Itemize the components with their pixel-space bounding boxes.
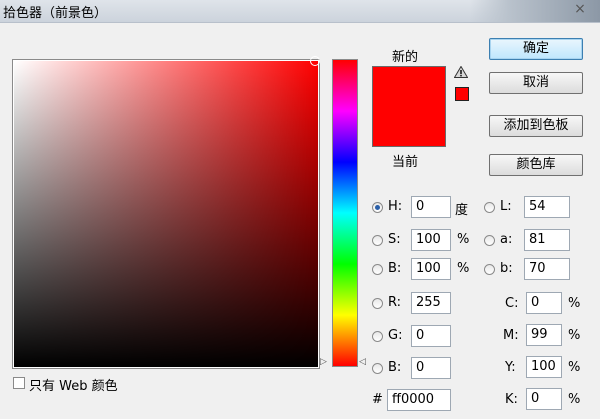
brightness-radio[interactable]	[372, 264, 383, 275]
lightness-radio[interactable]	[484, 202, 495, 213]
current-color-swatch[interactable]	[372, 106, 446, 147]
blue-input[interactable]: 0	[411, 357, 451, 379]
lightness-label: L:	[500, 199, 512, 214]
add-to-swatches-button[interactable]: 添加到色板	[489, 115, 583, 137]
saturation-input[interactable]: 100	[411, 229, 451, 251]
black-unit: %	[568, 392, 581, 407]
web-colors-only-checkbox[interactable]	[13, 377, 25, 389]
hex-label: #	[372, 392, 383, 407]
ok-button[interactable]: 确定	[489, 38, 583, 60]
red-input[interactable]: 255	[411, 292, 451, 314]
hex-input[interactable]: ff0000	[387, 389, 451, 411]
saturation-brightness-gradient[interactable]	[14, 56, 320, 367]
window-title: 拾色器（前景色）	[3, 6, 108, 21]
hue-slider-left-arrow-icon[interactable]: ▷	[320, 357, 327, 367]
green-input[interactable]: 0	[411, 325, 451, 347]
hue-slider[interactable]	[332, 59, 358, 367]
yellow-label: Y:	[505, 360, 516, 375]
black-label: K:	[505, 392, 518, 407]
lab-a-input[interactable]: 81	[524, 229, 570, 251]
green-radio[interactable]	[372, 331, 383, 342]
brightness-input[interactable]: 100	[411, 258, 451, 280]
lightness-input[interactable]: 54	[524, 196, 570, 218]
hue-unit: 度	[455, 203, 469, 218]
brightness-label: B:	[388, 261, 402, 276]
hue-input[interactable]: 0	[411, 196, 451, 218]
lab-b-input[interactable]: 70	[524, 258, 570, 280]
color-field-marker[interactable]	[310, 56, 320, 66]
green-label: G:	[388, 328, 403, 343]
brightness-unit: %	[457, 261, 470, 276]
lab-a-radio[interactable]	[484, 235, 495, 246]
cyan-unit: %	[568, 296, 581, 311]
saturation-radio[interactable]	[372, 235, 383, 246]
title-bar: 拾色器（前景色） ×	[0, 0, 600, 23]
red-label: R:	[388, 295, 402, 310]
cancel-button[interactable]: 取消	[489, 72, 583, 94]
yellow-input[interactable]: 100	[526, 356, 562, 378]
new-color-swatch	[372, 66, 446, 107]
black-input[interactable]: 0	[526, 388, 562, 410]
magenta-unit: %	[568, 328, 581, 343]
saturation-unit: %	[457, 232, 470, 247]
lab-b-label: b:	[500, 261, 513, 276]
blue-label: B:	[388, 360, 402, 375]
cyan-label: C:	[505, 296, 519, 311]
hue-radio[interactable]	[372, 202, 383, 213]
magenta-input[interactable]: 99	[526, 324, 562, 346]
hue-label: H:	[388, 199, 403, 214]
lab-a-label: a:	[500, 232, 513, 247]
saturation-label: S:	[388, 232, 401, 247]
warning-triangle-icon[interactable]	[454, 66, 468, 78]
blue-radio[interactable]	[372, 363, 383, 374]
yellow-unit: %	[568, 360, 581, 375]
red-radio[interactable]	[372, 298, 383, 309]
hue-slider-right-arrow-icon[interactable]: ◁	[359, 357, 366, 367]
color-libraries-button[interactable]: 颜色库	[489, 154, 583, 176]
new-color-label: 新的	[392, 50, 419, 65]
close-icon[interactable]: ×	[565, 0, 595, 18]
current-color-label: 当前	[392, 155, 419, 170]
gamut-correction-swatch[interactable]	[455, 87, 469, 101]
color-field[interactable]	[12, 56, 320, 369]
web-colors-only-label: 只有 Web 颜色	[29, 379, 118, 394]
magenta-label: M:	[503, 328, 519, 343]
lab-b-radio[interactable]	[484, 264, 495, 275]
cyan-input[interactable]: 0	[526, 292, 562, 314]
